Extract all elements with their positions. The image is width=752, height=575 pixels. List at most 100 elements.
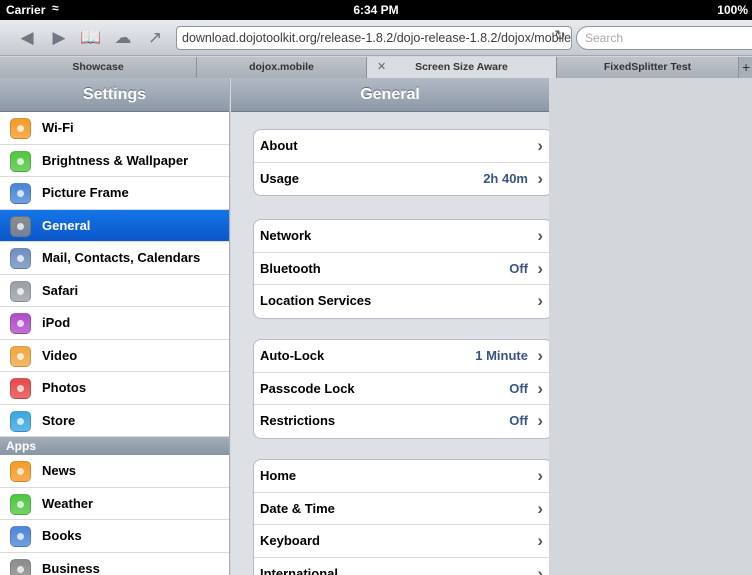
page-title: General xyxy=(231,78,549,112)
share-icon[interactable]: ↗ xyxy=(144,28,166,48)
row-usage[interactable]: Usage 2h 40m › xyxy=(254,163,549,196)
chevron-right-icon: › xyxy=(537,226,543,245)
close-tab-icon[interactable]: ✕ xyxy=(377,57,386,77)
tab-label: Screen Size Aware xyxy=(415,61,508,73)
tab-bar: Showcase dojox.mobile ✕ Screen Size Awar… xyxy=(0,57,752,78)
tab-label: Showcase xyxy=(72,61,124,73)
right-empty-area xyxy=(549,78,752,575)
row-label: International xyxy=(260,565,339,575)
row-passcode-lock[interactable]: Passcode Lock Off › xyxy=(254,373,549,405)
ipod-icon xyxy=(10,313,31,334)
sidebar-item-label: Weather xyxy=(42,495,94,511)
row-location-services[interactable]: Location Services › xyxy=(254,285,549,318)
row-label: Home xyxy=(260,468,297,483)
weather-icon xyxy=(10,493,31,515)
forward-icon[interactable]: ▶ xyxy=(48,28,70,48)
sidebar-item-general[interactable]: General xyxy=(0,209,229,242)
sidebar-item-store[interactable]: Store xyxy=(0,405,229,437)
sidebar-item-label: Store xyxy=(42,412,76,428)
chevron-right-icon: › xyxy=(537,258,543,278)
chevron-right-icon: › xyxy=(537,466,543,485)
settings-group: Network › Bluetooth Off › Location Services › xyxy=(253,219,549,319)
chevron-right-icon: › xyxy=(537,378,543,398)
row-date-time[interactable]: Date & Time › xyxy=(254,493,549,525)
chevron-right-icon: › xyxy=(537,136,543,155)
row-auto-lock[interactable]: Auto-Lock 1 Minute › xyxy=(254,340,549,373)
icloud-icon[interactable]: ☁ xyxy=(112,28,134,48)
row-about[interactable]: About › xyxy=(254,130,549,163)
sidebar-item-books[interactable]: Books xyxy=(0,520,229,553)
sidebar-item-label: Business xyxy=(42,560,100,575)
mail-contacts-calendars-icon xyxy=(10,248,31,269)
sidebar-item-photos[interactable]: Photos xyxy=(0,372,229,405)
sidebar-item-label: Wi-Fi xyxy=(42,120,74,135)
tab-screen-size-aware[interactable]: ✕ Screen Size Aware xyxy=(367,57,557,78)
sidebar-item-weather[interactable]: Weather xyxy=(0,488,229,520)
sidebar-item-label: Photos xyxy=(42,380,87,395)
add-tab-icon[interactable]: + xyxy=(742,57,750,77)
row-restrictions[interactable]: Restrictions Off › xyxy=(254,405,549,438)
reload-icon[interactable]: ↻ xyxy=(554,27,566,44)
sidebar-item-ipod[interactable]: iPod xyxy=(0,307,229,340)
general-icon xyxy=(10,215,31,237)
settings-sidebar: Settings Wi-Fi Brightness & Wallpaper Pict… xyxy=(0,78,230,575)
sidebar-item-news[interactable]: News xyxy=(0,455,229,488)
sidebar-item-business[interactable]: Business xyxy=(0,553,229,575)
row-network[interactable]: Network › xyxy=(254,220,549,253)
sidebar-item-video[interactable]: Video xyxy=(0,340,229,372)
sidebar-item-brightness-wallpaper[interactable]: Brightness & Wallpaper xyxy=(0,145,229,177)
row-international[interactable]: International › xyxy=(254,558,549,575)
url-field[interactable]: download.dojotoolkit.org/release-1.8.2/d… xyxy=(176,26,572,50)
sidebar-title: Settings xyxy=(0,78,229,112)
row-label: Restrictions xyxy=(260,413,336,428)
row-bluetooth[interactable]: Bluetooth Off › xyxy=(254,253,549,285)
search-input[interactable]: Search xyxy=(576,26,752,50)
row-label: Passcode Lock xyxy=(260,380,355,396)
sidebar-item-label: General xyxy=(42,217,91,233)
row-value: Off xyxy=(509,260,528,276)
sidebar-item-label: Mail, Contacts, Calendars xyxy=(42,250,201,265)
row-label: Auto-Lock xyxy=(260,348,325,363)
bookmarks-icon[interactable]: 📖 xyxy=(80,28,102,48)
sidebar-item-safari[interactable]: Safari xyxy=(0,275,229,307)
sidebar-item-label: Safari xyxy=(42,282,79,298)
row-label: Usage xyxy=(260,170,300,186)
row-label: About xyxy=(260,138,298,153)
sidebar-item-wi-fi[interactable]: Wi-Fi xyxy=(0,112,229,145)
tab-showcase[interactable]: Showcase xyxy=(0,57,197,78)
video-icon xyxy=(10,345,31,367)
browser-toolbar: ◀ ▶ 📖 ☁ ↗ download.dojotoolkit.org/relea… xyxy=(0,20,752,56)
row-label: Network xyxy=(260,228,312,243)
row-label: Location Services xyxy=(260,293,372,308)
apps-section-header: Apps xyxy=(0,437,229,455)
row-keyboard[interactable]: Keyboard › xyxy=(254,525,549,558)
settings-group: Auto-Lock 1 Minute › Passcode Lock Off › Restr… xyxy=(253,339,549,439)
chevron-right-icon: › xyxy=(537,498,543,518)
status-bar: Carrier ≈ 6:34 PM 100% xyxy=(0,0,752,20)
sidebar-item-label: News xyxy=(42,463,76,478)
chevron-right-icon: › xyxy=(537,168,543,188)
sidebar-item-label: Video xyxy=(42,347,78,363)
general-pane: General About › Usage 2h 40m › Network › Blueto… xyxy=(231,78,549,575)
chevron-right-icon: › xyxy=(537,411,543,430)
store-icon xyxy=(10,410,31,432)
chevron-right-icon: › xyxy=(537,531,543,550)
sidebar-item-mail-contacts-calendars[interactable]: Mail, Contacts, Calendars xyxy=(0,242,229,275)
sidebar-item-label: Picture Frame xyxy=(42,185,129,200)
sidebar-item-label: iPod xyxy=(42,315,71,330)
tab-dojox-mobile[interactable]: dojox.mobile xyxy=(197,57,367,78)
settings-group: Home › Date & Time › Keyboard › International › xyxy=(253,459,549,575)
tab-fixedsplitter-test[interactable]: FixedSplitter Test xyxy=(557,57,739,78)
back-icon[interactable]: ◀ xyxy=(16,28,38,48)
news-icon xyxy=(10,461,31,482)
chevron-right-icon: › xyxy=(537,346,543,365)
business-icon xyxy=(10,558,31,575)
safari-icon xyxy=(10,280,31,302)
clock: 6:34 PM xyxy=(353,3,399,17)
row-value: Off xyxy=(509,413,528,428)
sidebar-item-picture-frame[interactable]: Picture Frame xyxy=(0,177,229,210)
brightness-wallpaper-icon xyxy=(10,150,31,172)
picture-frame-icon xyxy=(10,183,31,204)
row-label: Keyboard xyxy=(260,533,320,548)
row-home[interactable]: Home › xyxy=(254,460,549,493)
